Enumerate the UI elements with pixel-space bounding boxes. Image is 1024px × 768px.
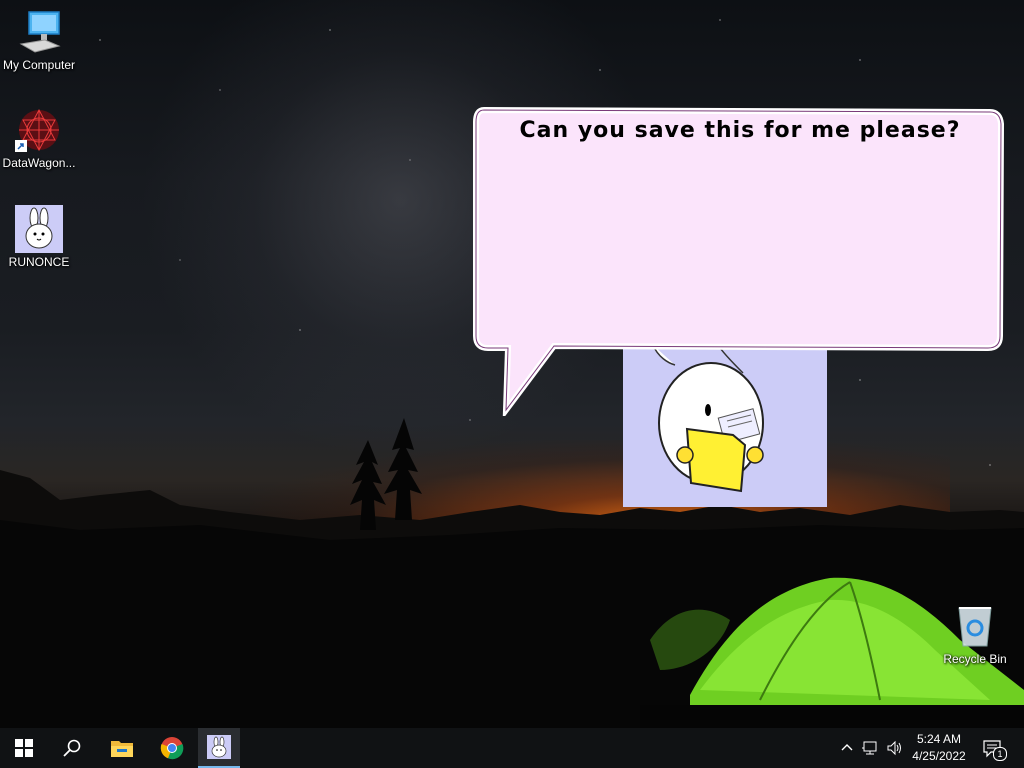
- recycle-bin-icon: [951, 602, 999, 650]
- volume-icon[interactable]: [886, 740, 902, 756]
- desktop-icon-label: My Computer: [2, 58, 76, 72]
- desktop-icon-label: DataWagon...: [2, 156, 76, 170]
- desktop-icon-runonce[interactable]: RUNONCE: [1, 205, 77, 269]
- speech-bubble: [473, 106, 1005, 416]
- clock-date: 4/25/2022: [912, 749, 966, 763]
- chrome-button[interactable]: [148, 728, 196, 768]
- windows-start-icon: [15, 739, 33, 757]
- start-button[interactable]: [0, 728, 48, 768]
- bunny-icon: [15, 205, 63, 253]
- file-explorer-button[interactable]: [98, 728, 146, 768]
- computer-icon: [15, 8, 63, 56]
- action-center-button[interactable]: 1: [983, 739, 1007, 761]
- clock-time: 5:24 AM: [916, 732, 962, 746]
- datawagon-icon: [15, 106, 63, 154]
- bunny-app-icon: [207, 735, 231, 759]
- notification-count-badge: 1: [993, 747, 1007, 761]
- search-icon: [63, 739, 81, 757]
- speech-bubble-text: Can you save this for me please?: [519, 118, 961, 143]
- desktop-icon-label: RUNONCE: [8, 255, 70, 269]
- show-hidden-icons-chevron-icon[interactable]: [840, 740, 856, 756]
- desktop-icon-datawagon[interactable]: DataWagon...: [1, 106, 77, 170]
- desktop-icon-label: Recycle Bin: [943, 652, 1007, 666]
- bunny-app-button[interactable]: [198, 728, 240, 768]
- search-button[interactable]: [48, 728, 96, 768]
- desktop-icon-my-computer[interactable]: My Computer: [1, 8, 77, 72]
- clock[interactable]: 5:24 AM 4/25/2022: [906, 731, 972, 765]
- chrome-icon: [160, 737, 184, 760]
- taskbar: 5:24 AM 4/25/2022 1: [0, 728, 1024, 768]
- network-icon[interactable]: [862, 740, 878, 756]
- desktop-icon-recycle-bin[interactable]: Recycle Bin: [937, 602, 1013, 666]
- file-explorer-icon: [111, 741, 133, 757]
